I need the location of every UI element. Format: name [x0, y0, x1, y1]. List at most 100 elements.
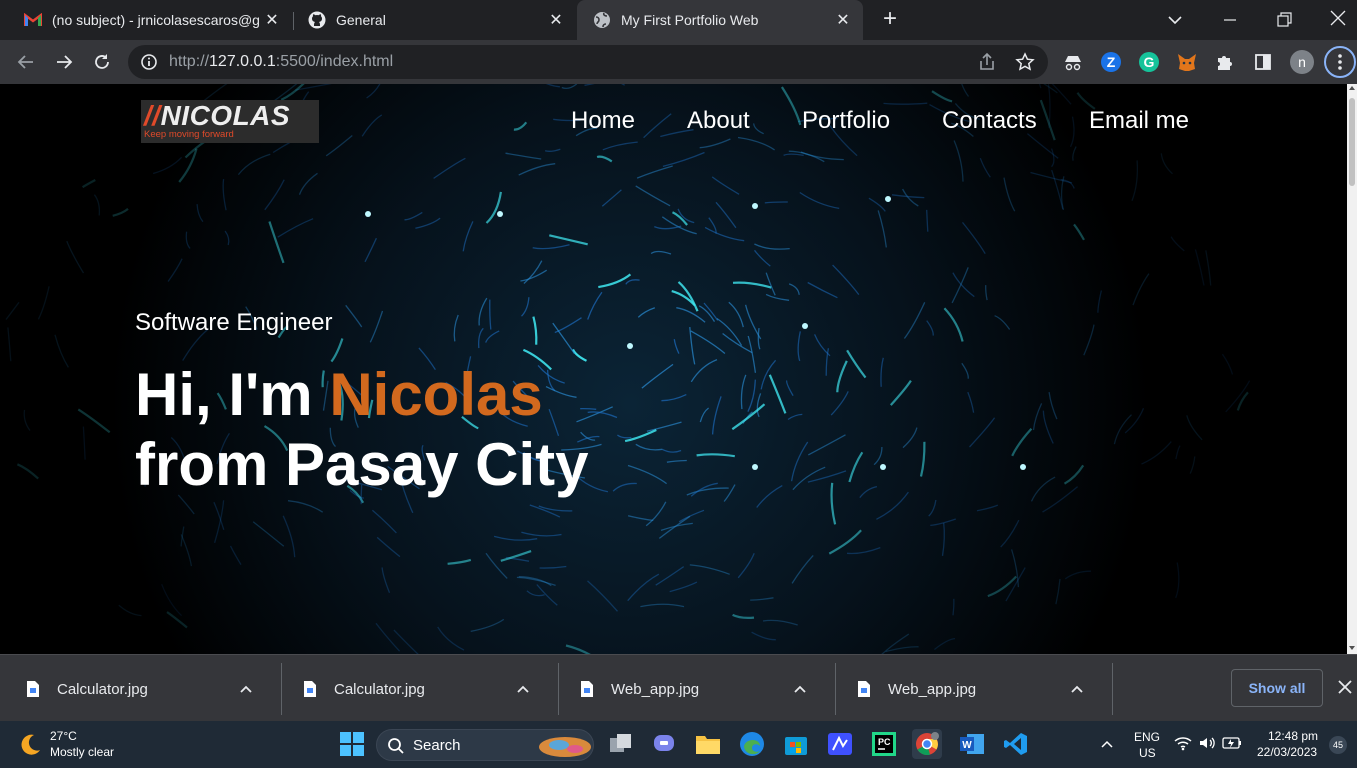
- bookmark-star-icon[interactable]: [1015, 52, 1035, 72]
- download-bar: Calculator.jpg Calculator.jpg Web_app.jp…: [0, 654, 1357, 721]
- chevron-up-icon[interactable]: [1067, 684, 1087, 694]
- side-panel-icon[interactable]: [1247, 46, 1279, 78]
- search-label: Search: [413, 737, 461, 754]
- chevron-up-icon[interactable]: [513, 684, 533, 694]
- search-highlight-icon: [537, 733, 593, 759]
- tab-search-icon[interactable]: [1165, 10, 1185, 30]
- chrome-icon[interactable]: [912, 729, 942, 759]
- light-spark: [885, 196, 891, 202]
- back-icon[interactable]: [10, 46, 42, 78]
- vscode-icon[interactable]: [1001, 729, 1031, 759]
- weather-temperature[interactable]: 27°C: [50, 729, 77, 743]
- globe-icon: [593, 11, 611, 29]
- volume-icon[interactable]: [1198, 735, 1216, 751]
- close-icon[interactable]: ✕: [546, 10, 566, 30]
- new-tab-icon[interactable]: +: [878, 7, 902, 32]
- file-explorer-icon[interactable]: [693, 729, 723, 759]
- task-view-icon[interactable]: [606, 729, 636, 759]
- share-icon[interactable]: [977, 52, 997, 72]
- clock-time[interactable]: 12:48 pm: [1268, 729, 1318, 743]
- light-spark: [752, 203, 758, 209]
- language-indicator[interactable]: ENG: [1134, 730, 1160, 744]
- light-spark: [497, 211, 503, 217]
- download-item[interactable]: Calculator.jpg: [0, 663, 276, 715]
- tab-gmail[interactable]: (no subject) - jrnicolasescaros@g ✕: [0, 0, 292, 40]
- download-filename: Web_app.jpg: [888, 680, 977, 698]
- clock-date[interactable]: 22/03/2023: [1257, 745, 1317, 759]
- image-file-icon: [304, 681, 316, 697]
- tab-github[interactable]: General ✕: [284, 0, 576, 40]
- teams-chat-icon[interactable]: [650, 729, 680, 759]
- window-close-icon[interactable]: [1328, 8, 1348, 28]
- nav-email-me[interactable]: Email me: [1089, 107, 1189, 135]
- light-streak: [580, 408, 597, 410]
- tray-chevron-up-icon[interactable]: [1099, 737, 1115, 751]
- logo-tagline: Keep moving forward: [144, 129, 234, 140]
- word-icon[interactable]: W: [957, 729, 987, 759]
- nav-about[interactable]: About: [687, 107, 750, 135]
- download-item[interactable]: Web_app.jpg: [831, 663, 1107, 715]
- battery-icon[interactable]: [1222, 736, 1242, 750]
- image-file-icon: [27, 681, 39, 697]
- reload-icon[interactable]: [86, 46, 118, 78]
- nav-home[interactable]: Home: [571, 107, 635, 135]
- logo-wordmark: //NICOLAS: [144, 100, 290, 132]
- nav-portfolio[interactable]: Portfolio: [802, 107, 890, 135]
- restore-icon[interactable]: [1274, 10, 1294, 30]
- wifi-icon[interactable]: [1174, 735, 1192, 751]
- forward-icon[interactable]: [48, 46, 80, 78]
- url-path: :5500/index.html: [275, 53, 394, 70]
- chrome-menu-icon[interactable]: [1324, 46, 1356, 78]
- close-icon[interactable]: [1335, 677, 1355, 697]
- weather-description[interactable]: Mostly clear: [50, 745, 114, 759]
- chevron-up-icon[interactable]: [236, 684, 256, 694]
- site-logo[interactable]: //NICOLAS Keep moving forward: [141, 100, 319, 143]
- tab-portfolio[interactable]: My First Portfolio Web ✕: [577, 0, 863, 40]
- url-prefix: http://: [169, 53, 210, 70]
- close-icon[interactable]: ✕: [262, 10, 282, 30]
- svg-text:Z: Z: [1107, 54, 1116, 70]
- pycharm-icon[interactable]: PC: [869, 729, 899, 759]
- code-editor-icon[interactable]: [825, 729, 855, 759]
- close-icon[interactable]: ✕: [833, 10, 853, 30]
- show-all-button[interactable]: Show all: [1231, 669, 1323, 707]
- grammarly-extension-icon[interactable]: G: [1133, 46, 1165, 78]
- scroll-up-arrow-icon[interactable]: [1349, 86, 1355, 90]
- scroll-thumb[interactable]: [1349, 98, 1355, 186]
- keyboard-layout[interactable]: US: [1139, 746, 1156, 760]
- download-filename: Web_app.jpg: [611, 680, 700, 698]
- download-separator: [1112, 663, 1113, 715]
- nav-contacts[interactable]: Contacts: [942, 107, 1037, 135]
- hero-name: Nicolas: [329, 361, 543, 428]
- extensions-puzzle-icon[interactable]: [1209, 46, 1241, 78]
- svg-text:G: G: [1144, 54, 1155, 70]
- address-bar[interactable]: http://127.0.0.1:5500/index.html: [128, 45, 1048, 79]
- search-icon: [387, 737, 405, 755]
- chevron-up-icon[interactable]: [790, 684, 810, 694]
- site-info-icon[interactable]: [140, 53, 158, 71]
- windows-taskbar: 27°C Mostly clear Search PC W ENG US 12:…: [0, 721, 1357, 768]
- taskbar-search[interactable]: Search: [376, 729, 594, 761]
- light-spark: [1020, 464, 1026, 470]
- url-text[interactable]: http://127.0.0.1:5500/index.html: [169, 53, 393, 71]
- svg-text:W: W: [962, 740, 972, 751]
- metamask-extension-icon[interactable]: [1171, 46, 1203, 78]
- download-item[interactable]: Calculator.jpg: [277, 663, 553, 715]
- weather-moon-icon[interactable]: [16, 731, 42, 757]
- profile-avatar[interactable]: n: [1286, 46, 1318, 78]
- hero-heading-line1: Hi, I'm Nicolas: [135, 360, 543, 430]
- page-scrollbar[interactable]: [1347, 84, 1357, 654]
- light-spark: [880, 464, 886, 470]
- minimize-icon[interactable]: [1220, 10, 1240, 30]
- hero-subtitle: Software Engineer: [135, 309, 333, 336]
- start-windows-icon[interactable]: [337, 729, 367, 759]
- edge-browser-icon[interactable]: [737, 729, 767, 759]
- incognito-extension-icon[interactable]: [1057, 46, 1089, 78]
- download-item[interactable]: Web_app.jpg: [554, 663, 830, 715]
- microsoft-store-icon[interactable]: [781, 729, 811, 759]
- notification-badge[interactable]: 45: [1329, 736, 1347, 754]
- zoom-extension-icon[interactable]: Z: [1095, 46, 1127, 78]
- url-host: 127.0.0.1: [209, 53, 276, 70]
- scroll-down-arrow-icon[interactable]: [1349, 646, 1355, 650]
- logo-slash: //: [144, 100, 161, 131]
